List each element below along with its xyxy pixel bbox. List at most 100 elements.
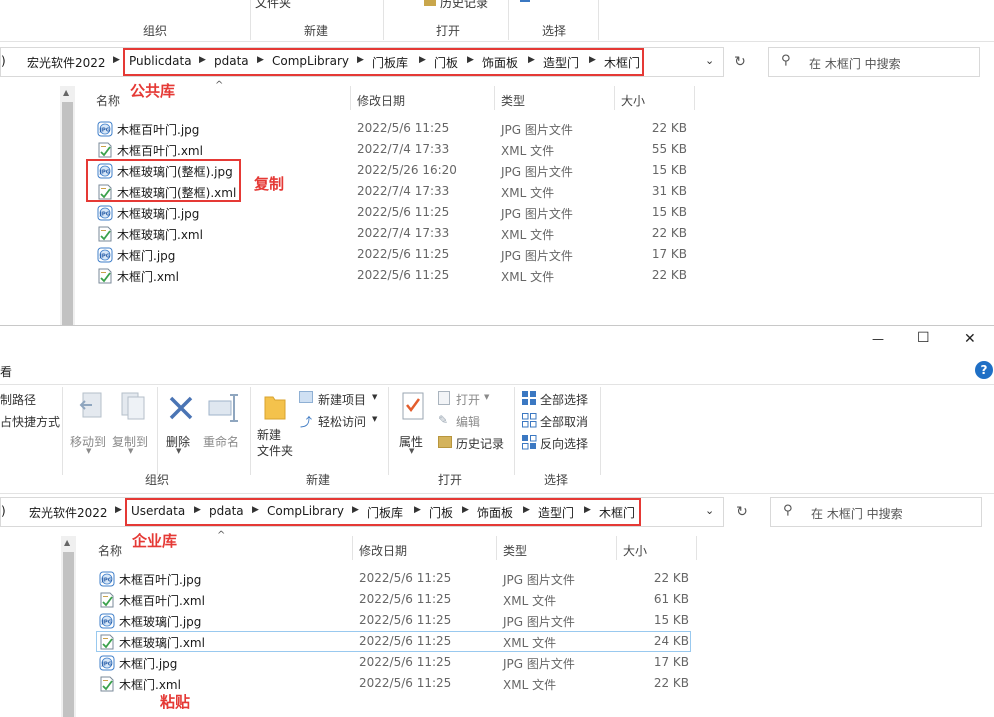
xml-file-icon: [97, 142, 113, 158]
ribbon-partial-folder-label: 文件夹: [255, 0, 292, 10]
new-item-icon: [299, 391, 313, 403]
file-row[interactable]: JPG 木框门.jpg 2022/5/6 11:25 JPG 图片文件 17 KB: [0, 244, 994, 265]
file-row[interactable]: JPG 木框百叶门.jpg 2022/5/6 11:25 JPG 图片文件 22 KB: [0, 118, 994, 139]
copy-to-icon: [121, 392, 145, 420]
ribbon-tab-view[interactable]: 看: [0, 363, 12, 380]
help-icon[interactable]: ?: [975, 361, 993, 379]
file-type: XML 文件: [501, 144, 555, 158]
file-row[interactable]: JPG 木框玻璃门.jpg 2022/5/6 11:25 JPG 图片文件 15 KB: [0, 610, 994, 631]
svg-text:JPG: JPG: [99, 254, 111, 260]
address-dropdown-icon[interactable]: ⌄: [705, 54, 714, 67]
file-type: XML 文件: [503, 678, 557, 692]
annotation-box-copied-files: [86, 159, 241, 202]
paste-shortcut-button[interactable]: 占快捷方式: [0, 413, 60, 430]
file-date: 2022/5/6 11:25: [359, 634, 452, 648]
close-button[interactable]: ✕: [964, 331, 976, 347]
file-date: 2022/5/6 11:25: [357, 247, 450, 261]
file-date: 2022/5/6 11:25: [357, 268, 450, 282]
delete-button[interactable]: 删除 ▼: [162, 389, 200, 469]
search-input[interactable]: 在 木框门 中搜索: [811, 505, 903, 522]
file-type: JPG 图片文件: [501, 207, 573, 221]
file-row[interactable]: 木框门.xml 2022/5/6 11:25 XML 文件 22 KB: [0, 265, 994, 286]
ribbon-history-button[interactable]: 历史记录: [440, 0, 488, 11]
file-size: 22 KB: [651, 121, 687, 135]
file-type: XML 文件: [503, 594, 557, 608]
select-icon: [520, 0, 530, 2]
file-name: 木框玻璃门.jpg: [117, 207, 200, 221]
file-date: 2022/5/6 11:25: [359, 592, 452, 606]
new-item-button[interactable]: 新建项目 ▼: [298, 389, 382, 409]
group-label-open: 打开: [438, 473, 463, 487]
group-label-organize: 组织: [143, 24, 168, 38]
properties-button[interactable]: 属性 ▼: [395, 389, 431, 469]
file-size: 15 KB: [651, 163, 687, 177]
svg-text:JPG: JPG: [99, 212, 111, 218]
edit-button[interactable]: ✎ 编辑: [436, 411, 506, 431]
file-date: 2022/7/4 17:33: [357, 226, 450, 240]
column-header-type[interactable]: 类型: [501, 92, 525, 109]
file-row[interactable]: 木框玻璃门.xml 2022/7/4 17:33 XML 文件 22 KB: [0, 223, 994, 244]
file-type: JPG 图片文件: [503, 657, 575, 671]
search-box[interactable]: ⚲ 在 木框门 中搜索: [770, 497, 982, 527]
sort-up-icon: ^: [217, 530, 226, 541]
refresh-icon[interactable]: ↻: [728, 50, 752, 74]
column-header-size[interactable]: 大小: [623, 542, 647, 559]
file-date: 2022/7/4 17:33: [357, 184, 450, 198]
file-name: 木框百叶门.xml: [119, 594, 205, 608]
file-row[interactable]: 木框百叶门.xml 2022/7/4 17:33 XML 文件 55 KB: [0, 139, 994, 160]
search-input[interactable]: 在 木框门 中搜索: [809, 55, 901, 72]
history-button[interactable]: 历史记录: [436, 433, 510, 453]
svg-text:JPG: JPG: [99, 128, 111, 134]
invert-selection-button[interactable]: 反向选择: [520, 433, 600, 453]
easy-access-button[interactable]: ⤴ 轻松访问 ▼: [298, 411, 382, 431]
ribbon-top: 文件夹 历史记录 组织 新建 打开 选择: [0, 0, 994, 42]
file-row[interactable]: 木框百叶门.xml 2022/5/6 11:25 XML 文件 61 KB: [0, 589, 994, 610]
select-none-button[interactable]: 全部取消: [520, 411, 600, 431]
rename-button[interactable]: 重命名: [200, 389, 246, 469]
copy-path-button[interactable]: 制路径: [0, 391, 36, 408]
file-name: 木框玻璃门.xml: [117, 228, 203, 242]
jpg-file-icon: JPG: [97, 247, 113, 263]
file-row[interactable]: 木框门.xml 2022/5/6 11:25 XML 文件 22 KB: [0, 673, 994, 694]
column-header-size[interactable]: 大小: [621, 92, 645, 109]
explorer-window-public: 文件夹 历史记录 组织 新建 打开 选择 ) 宏光软件2022 ▶ Public…: [0, 0, 994, 325]
search-box[interactable]: ⚲ 在 木框门 中搜索: [768, 47, 980, 77]
file-type: JPG 图片文件: [503, 573, 575, 587]
column-header-date[interactable]: 修改日期: [357, 92, 405, 109]
select-all-button[interactable]: 全部选择: [520, 389, 600, 409]
maximize-button[interactable]: ☐: [917, 330, 930, 346]
breadcrumb-root[interactable]: 宏光软件2022: [27, 54, 106, 71]
file-date: 2022/5/6 11:25: [359, 613, 452, 627]
column-header-type[interactable]: 类型: [503, 542, 527, 559]
file-row[interactable]: JPG 木框玻璃门.jpg 2022/5/6 11:25 JPG 图片文件 15 KB: [0, 202, 994, 223]
file-name: 木框门.jpg: [119, 657, 178, 671]
file-row[interactable]: JPG 木框门.jpg 2022/5/6 11:25 JPG 图片文件 17 KB: [0, 652, 994, 673]
delete-icon: [169, 396, 193, 420]
file-row[interactable]: 木框玻璃门.xml 2022/5/6 11:25 XML 文件 24 KB: [0, 631, 994, 652]
column-header-date[interactable]: 修改日期: [359, 542, 407, 559]
file-name: 木框百叶门.xml: [117, 144, 203, 158]
copy-to-button[interactable]: 复制到 ▼: [110, 389, 154, 469]
annotation-paste: 粘贴: [160, 693, 191, 711]
address-dropdown-icon[interactable]: ⌄: [705, 504, 714, 517]
file-type: JPG 图片文件: [501, 123, 573, 137]
annotation-box-path: [125, 498, 641, 526]
file-row[interactable]: JPG 木框百叶门.jpg 2022/5/6 11:25 JPG 图片文件 22 KB: [0, 568, 994, 589]
file-type: JPG 图片文件: [501, 165, 573, 179]
jpg-file-icon: JPG: [97, 121, 113, 137]
jpg-file-icon: JPG: [97, 205, 113, 221]
open-button[interactable]: 打开 ▼: [436, 389, 506, 409]
breadcrumb-root[interactable]: 宏光软件2022: [29, 504, 108, 521]
refresh-icon[interactable]: ↻: [730, 500, 754, 524]
column-header-name[interactable]: 名称: [96, 92, 120, 109]
move-to-button[interactable]: 移动到 ▼: [68, 389, 112, 469]
column-header-name[interactable]: 名称: [98, 542, 122, 559]
folder-icon: [264, 396, 286, 420]
search-icon: ⚲: [781, 53, 791, 68]
minimize-button[interactable]: —: [872, 332, 884, 346]
file-date: 2022/5/6 11:25: [359, 571, 452, 585]
new-folder-button[interactable]: 新建 文件夹: [255, 389, 299, 469]
file-name: 木框玻璃门.jpg: [119, 615, 202, 629]
file-date: 2022/7/4 17:33: [357, 142, 450, 156]
open-icon: [438, 391, 450, 405]
